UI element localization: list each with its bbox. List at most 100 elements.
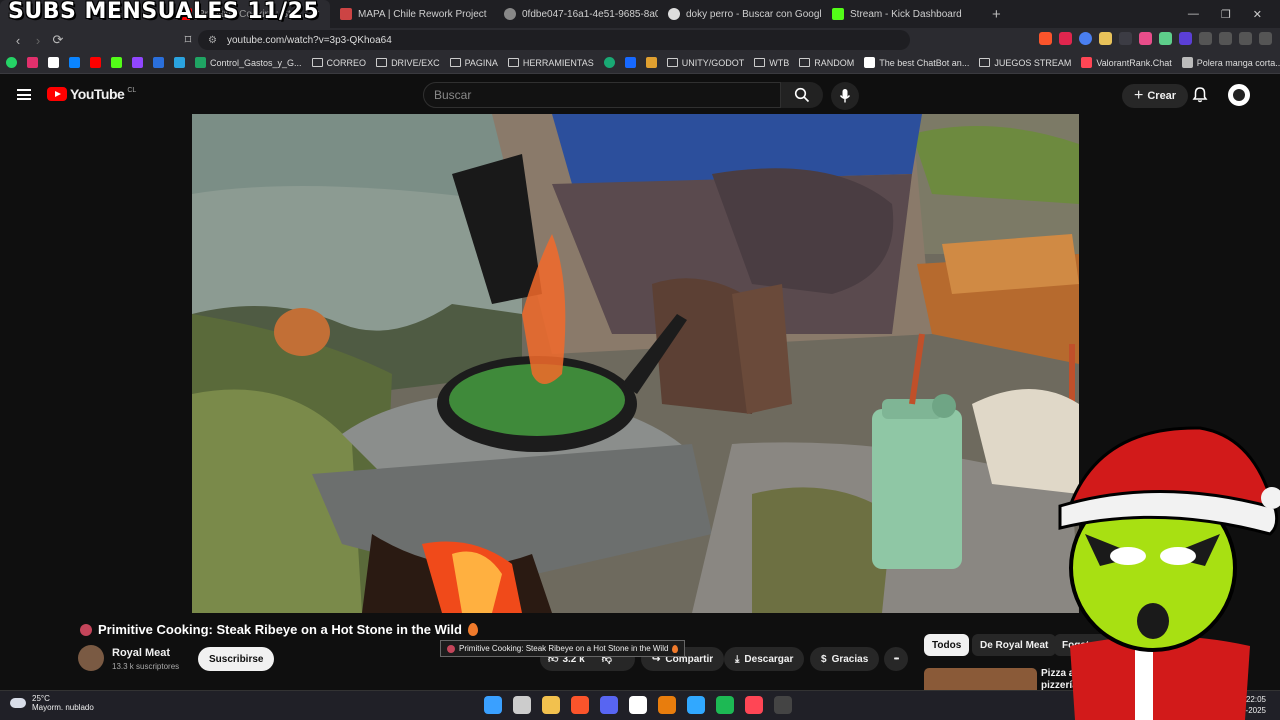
bookmark-icon-item[interactable] (174, 57, 185, 68)
file-explorer-icon[interactable] (542, 696, 560, 714)
extension-icon[interactable] (1179, 32, 1192, 45)
bookmark-item[interactable]: JUEGOS STREAM (979, 58, 1071, 68)
puzzle-icon[interactable] (1199, 32, 1212, 45)
menu-hamburger-icon[interactable] (17, 89, 31, 100)
diamond-icon (864, 57, 876, 68)
thanks-icon: $ (821, 653, 827, 665)
grinch-mascot-overlay (1058, 426, 1280, 720)
weather-widget[interactable]: 25°C Mayorm. nublado (10, 694, 94, 712)
extension-icon[interactable] (1119, 32, 1132, 45)
address-bar[interactable]: ⚙ youtube.com/watch?v=3p3-QKhoa64 (198, 30, 910, 50)
bookmark-label: RANDOM (814, 57, 855, 68)
search-icon[interactable] (513, 696, 531, 714)
search-icon (794, 87, 810, 103)
back-arrow-icon[interactable]: ‹ (8, 33, 28, 48)
bookmark-item[interactable]: ValorantRank.Chat (1081, 57, 1172, 68)
discord-icon[interactable] (600, 696, 618, 714)
chip-all[interactable]: Todos (924, 634, 970, 656)
bookmark-icon-item[interactable] (153, 57, 164, 68)
create-button[interactable]: + Crear (1122, 84, 1189, 108)
bookmark-icon-item[interactable] (645, 57, 657, 68)
tab-mapa[interactable]: MAPA | Chile Rework Project (330, 0, 494, 28)
extension-icon[interactable] (1099, 32, 1112, 45)
bookmark-icon-item[interactable] (111, 57, 122, 68)
extension-icon[interactable] (1139, 32, 1152, 45)
thanks-button[interactable]: $ Gracias (810, 647, 880, 671)
bookmark-item[interactable]: WTB (754, 58, 789, 68)
bookmark-icon-item[interactable] (603, 57, 615, 68)
minimize-button[interactable]: — (1188, 8, 1199, 21)
bookmark-icon-item[interactable] (48, 57, 59, 68)
brave-shield-icon[interactable] (1039, 32, 1052, 45)
youtube-icon (90, 57, 101, 68)
extension-icon[interactable] (1159, 32, 1172, 45)
spotify-icon[interactable] (716, 696, 734, 714)
bookmark-item[interactable]: HERRAMIENTAS (507, 58, 594, 68)
bookmark-item[interactable]: UNITY/GODOT (666, 58, 744, 68)
blender-icon[interactable] (658, 696, 676, 714)
sidebar-icon[interactable] (1219, 32, 1232, 45)
channel-avatar[interactable] (78, 645, 104, 671)
thanks-label: Gracias (831, 653, 869, 665)
bookmark-item[interactable]: Control_Gastos_y_G... (195, 57, 302, 68)
bookmark-item[interactable]: RANDOM (799, 58, 854, 68)
obs-icon[interactable] (774, 696, 792, 714)
maximize-button[interactable]: ❐ (1221, 8, 1231, 21)
bookmark-icon-item[interactable] (69, 57, 80, 68)
new-tab-button[interactable]: + (992, 6, 1001, 23)
bookmark-item[interactable]: The best ChatBot an... (864, 57, 969, 68)
bookmark-page-icon[interactable]: ⌑ (178, 32, 198, 48)
steak-emoji-icon (80, 623, 92, 636)
bookmark-item[interactable]: CORREO (311, 58, 366, 68)
bookmark-icon-item[interactable] (27, 57, 38, 68)
folder-icon (376, 58, 388, 67)
bookmark-item[interactable]: DRIVE/EXC (376, 58, 440, 68)
taskbar-apps (484, 696, 792, 714)
search-button[interactable] (781, 82, 823, 108)
tab-google[interactable]: doky perro - Buscar con Google (658, 0, 822, 28)
valorant-icon[interactable] (745, 696, 763, 714)
account-avatar[interactable] (1228, 84, 1250, 106)
bookmark-icon-item[interactable] (132, 57, 143, 68)
recommended-thumbnail[interactable] (924, 668, 1037, 690)
wallet-icon[interactable] (1239, 32, 1252, 45)
bookmark-icon-item[interactable] (90, 57, 101, 68)
folder-icon (449, 58, 461, 67)
create-label: Crear (1147, 90, 1177, 102)
folder-icon (311, 58, 323, 67)
twitch-icon (132, 57, 143, 68)
more-actions-button[interactable]: ••• (884, 647, 908, 671)
close-window-button[interactable]: ✕ (1253, 8, 1262, 21)
bookmark-item[interactable]: PAGINA (449, 58, 498, 68)
brave-icon[interactable] (571, 696, 589, 714)
notifications-bell-icon[interactable] (1191, 86, 1209, 104)
subscribe-button[interactable]: Suscribirse (198, 647, 275, 671)
stream-overlay-title: SUBS MENSUALES 11/25 (8, 0, 320, 24)
tab-kick[interactable]: Stream - Kick Dashboard (822, 0, 986, 28)
menu-icon[interactable] (1259, 32, 1272, 45)
site-settings-icon[interactable]: ⚙ (208, 35, 217, 46)
box-icon (645, 57, 657, 68)
notion-icon[interactable] (629, 696, 647, 714)
youtube-logo[interactable]: YouTube CL (47, 86, 136, 102)
bookmark-icon-item[interactable] (6, 57, 17, 68)
forward-arrow-icon[interactable]: › (28, 33, 48, 48)
brave-rewards-icon[interactable] (1059, 32, 1072, 45)
valorant-icon (1081, 57, 1093, 68)
reload-icon[interactable]: ⟳ (48, 32, 68, 48)
search-input[interactable] (434, 88, 780, 102)
bookmark-icon-item[interactable] (624, 57, 636, 68)
bookmark-label: WTB (769, 57, 790, 68)
tab-uuid[interactable]: 0fdbe047-16a1-4e51-9685-8a00dde (494, 0, 658, 28)
folder-icon (979, 58, 991, 67)
windows-start-icon[interactable] (484, 696, 502, 714)
whatsapp-icon (6, 57, 17, 68)
voice-search-button[interactable] (831, 82, 859, 110)
extension-icon[interactable] (1079, 32, 1092, 45)
photoshop-icon[interactable] (687, 696, 705, 714)
download-button[interactable]: ⤓ Descargar (724, 647, 805, 671)
bookmark-item[interactable]: Polera manga corta... (1181, 57, 1280, 68)
bookmark-label: DRIVE/EXC (391, 57, 440, 68)
channel-name[interactable]: Royal Meat (112, 647, 170, 659)
video-player[interactable] (192, 114, 1079, 613)
